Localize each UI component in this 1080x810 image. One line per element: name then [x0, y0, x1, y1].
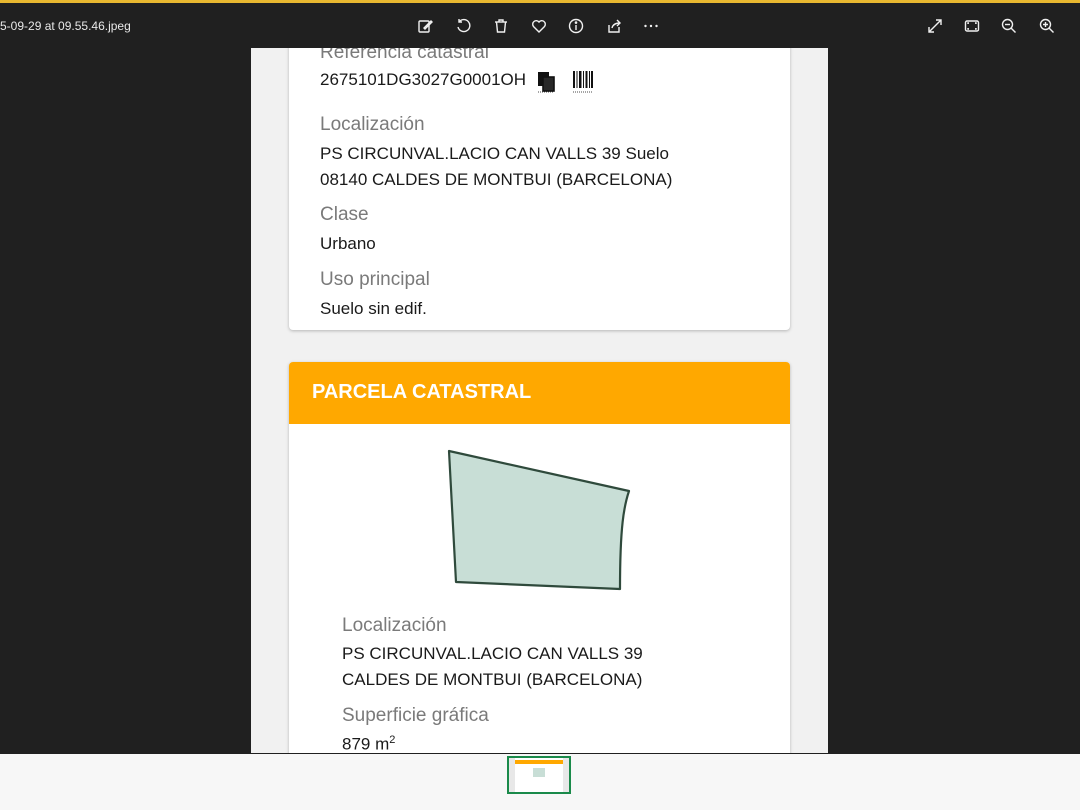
parcel-location-line2: CALDES DE MONTBUI (BARCELONA) [342, 670, 643, 689]
parcel-card-title: PARCELA CATASTRAL [312, 381, 532, 403]
parcel-card: PARCELA CATASTRAL Localización PS CIRCUN… [289, 362, 790, 753]
parcel-location-label: Localización [342, 615, 447, 636]
thumbnail-header-stripe [515, 760, 563, 764]
surface-value: 879 m2 [342, 734, 395, 753]
thumbnail-parcel-shape [533, 768, 545, 777]
parcel-shape-diagram [447, 449, 631, 591]
more-icon[interactable] [640, 15, 662, 37]
info-icon[interactable] [565, 15, 587, 37]
image-viewer-area: Referencia catastral 2675101DG3027G0001O… [0, 48, 1080, 754]
class-label: Clase [320, 204, 369, 225]
parcel-location-line1: PS CIRCUNVAL.LACIO CAN VALLS 39 [342, 644, 643, 663]
file-name: 5-09-29 at 09.55.46.jpeg [0, 19, 131, 33]
ref-label: Referencia catastral [320, 48, 489, 63]
use-label: Uso principal [320, 269, 430, 290]
barcode-icon[interactable] [572, 70, 594, 94]
expand-icon[interactable] [924, 15, 946, 37]
image-thumbnail[interactable] [507, 756, 571, 794]
filmstrip-bar [0, 754, 1080, 810]
location-label: Localización [320, 114, 425, 135]
edit-icon[interactable] [414, 15, 436, 37]
rotate-icon[interactable] [452, 15, 474, 37]
surface-number: 879 m [342, 734, 390, 753]
share-icon[interactable] [603, 15, 625, 37]
copy-icon[interactable] [536, 71, 558, 93]
delete-icon[interactable] [490, 15, 512, 37]
parcel-card-header: PARCELA CATASTRAL [289, 362, 790, 424]
zoom-out-icon[interactable] [998, 15, 1020, 37]
location-line2: 08140 CALDES DE MONTBUI (BARCELONA) [320, 170, 673, 189]
thumbnail-preview [515, 758, 563, 792]
fit-icon[interactable] [961, 15, 983, 37]
zoom-in-icon[interactable] [1036, 15, 1058, 37]
surface-label: Superficie gráfica [342, 705, 489, 726]
ref-value: 2675101DG3027G0001OH [320, 70, 527, 89]
surface-unit-superscript: 2 [389, 734, 396, 746]
favorite-icon[interactable] [528, 15, 550, 37]
screenshot-document: Referencia catastral 2675101DG3027G0001O… [251, 48, 828, 753]
viewer-titlebar: 5-09-29 at 09.55.46.jpeg [0, 3, 1080, 48]
class-value: Urbano [320, 234, 376, 253]
property-info-card: Referencia catastral 2675101DG3027G0001O… [289, 48, 790, 330]
location-line1: PS CIRCUNVAL.LACIO CAN VALLS 39 Suelo [320, 144, 669, 163]
use-value: Suelo sin edif. [320, 299, 427, 318]
